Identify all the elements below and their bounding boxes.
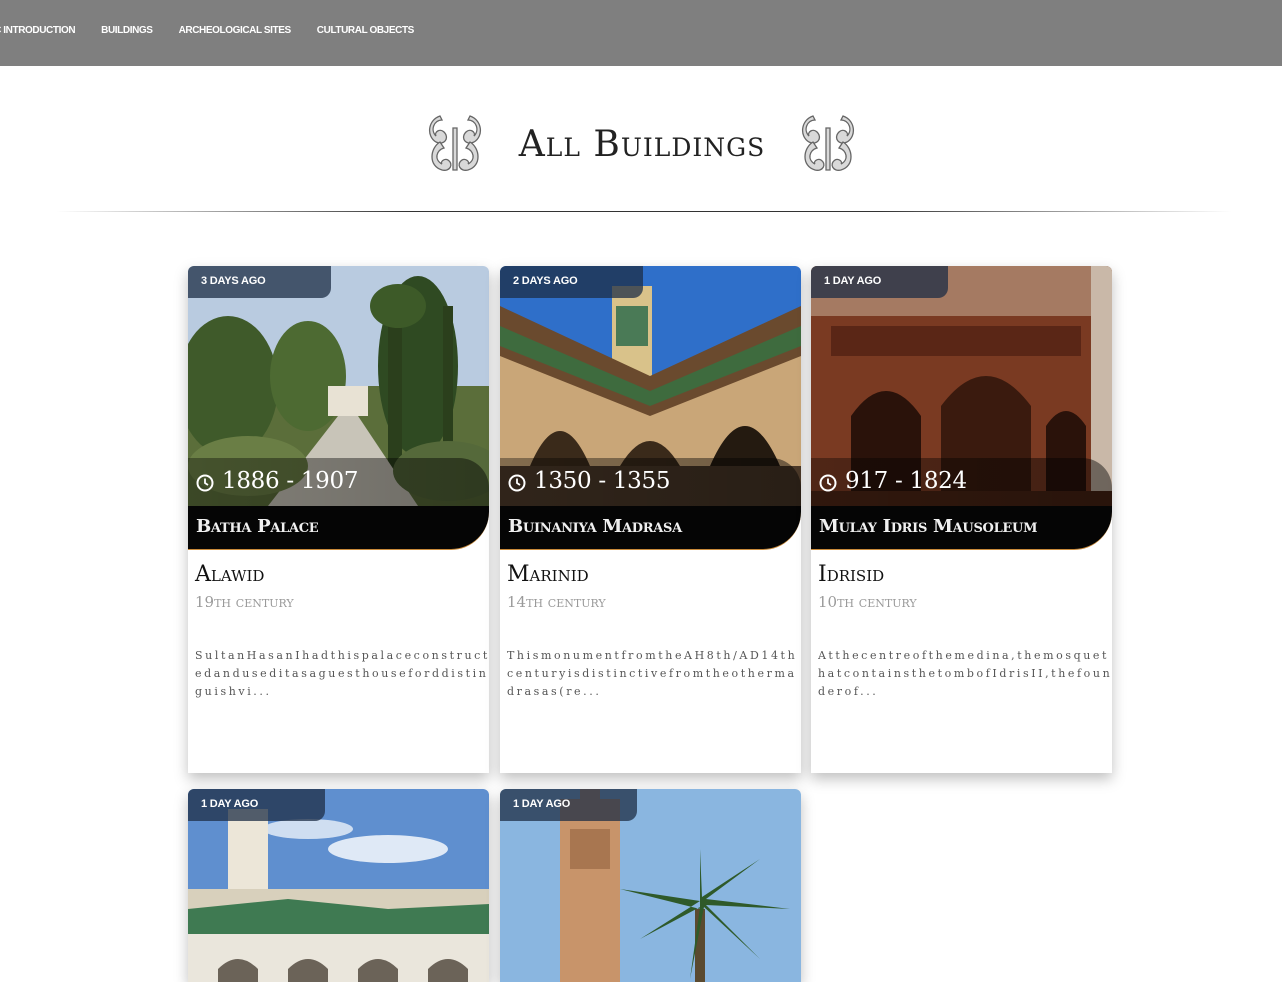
nav-item-buildings[interactable]: BUILDINGS: [101, 25, 153, 36]
time-badge: 2 DAYS AGO: [500, 266, 643, 298]
time-badge: 1 DAY AGO: [500, 789, 637, 821]
nav-item-archeological-sites[interactable]: ARCHEOLOGICAL SITES: [179, 25, 292, 36]
clock-icon: [508, 474, 526, 492]
building-card[interactable]: 1 DAY AGO: [188, 789, 489, 982]
card-dynasty: Alawid: [195, 562, 265, 587]
card-media[interactable]: 1 DAY AGO: [500, 789, 801, 982]
card-excerpt: ThismonumentfromtheAH8th/AD14thcenturyis…: [507, 649, 798, 698]
card-century: 19th century: [195, 593, 294, 611]
card-name-bar[interactable]: Mulay Idris Mausoleum: [811, 506, 1112, 550]
page-title: All Buildings: [518, 124, 766, 165]
card-media[interactable]: 2 DAYS AGO 1350 - 1355: [500, 266, 801, 506]
ornament-right-icon: [802, 115, 854, 171]
card-media[interactable]: 3 DAYS AGO 1886 - 1907: [188, 266, 489, 506]
card-dates: 1886 - 1907: [222, 468, 359, 494]
clock-icon: [819, 474, 837, 492]
ornament-left-icon: [429, 115, 481, 171]
page-heading: All Buildings: [0, 100, 1282, 190]
nav-item-introduction[interactable]: TIC INTRODUCTION: [0, 25, 76, 36]
card-name-bar[interactable]: Batha Palace: [188, 506, 489, 550]
building-card[interactable]: 1 DAY AGO: [500, 789, 801, 982]
clock-icon: [196, 474, 214, 492]
top-navbar: TIC INTRODUCTION BUILDINGS ARCHEOLOGICAL…: [0, 0, 1282, 66]
card-name-bar[interactable]: Buinaniya Madrasa: [500, 506, 801, 550]
card-dynasty: Idrisid: [818, 562, 885, 587]
card-dynasty: Marinid: [507, 562, 589, 587]
heading-divider: [56, 211, 1232, 212]
card-excerpt: SultanHasanIhadthispalaceconstructedandu…: [195, 649, 489, 698]
card-excerpt: Atthecentreofthemedina,themosquethatcont…: [818, 649, 1112, 698]
card-title[interactable]: Batha Palace: [196, 516, 319, 537]
card-title[interactable]: Buinaniya Madrasa: [508, 516, 682, 537]
card-century: 14th century: [507, 593, 606, 611]
nav-item-cultural-objects[interactable]: CULTURAL OBJECTS: [317, 25, 415, 36]
card-title[interactable]: Mulay Idris Mausoleum: [819, 516, 1037, 537]
card-century: 10th century: [818, 593, 917, 611]
building-card[interactable]: 3 DAYS AGO 1886 - 1907 Batha Palace Alaw…: [188, 266, 489, 773]
card-media[interactable]: 1 DAY AGO 917 - 1824: [811, 266, 1112, 506]
card-dates: 1350 - 1355: [534, 468, 671, 494]
time-badge: 1 DAY AGO: [811, 266, 948, 298]
time-badge: 1 DAY AGO: [188, 789, 325, 821]
card-media[interactable]: 1 DAY AGO: [188, 789, 489, 982]
time-badge: 3 DAYS AGO: [188, 266, 331, 298]
building-card[interactable]: 1 DAY AGO 917 - 1824 Mulay Idris Mausole…: [811, 266, 1112, 773]
building-card[interactable]: 2 DAYS AGO 1350 - 1355 Buinaniya Madrasa…: [500, 266, 801, 773]
card-dates: 917 - 1824: [845, 468, 967, 494]
